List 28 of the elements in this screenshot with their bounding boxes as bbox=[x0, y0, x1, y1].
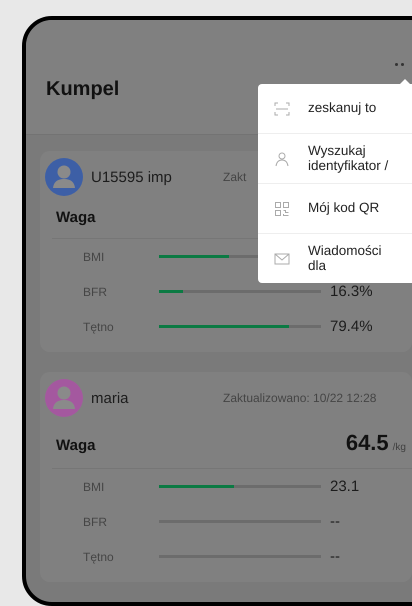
friend-name: maria bbox=[91, 390, 130, 406]
menu-item[interactable]: Mój kod QR bbox=[258, 184, 412, 234]
metric-label: BFR bbox=[83, 284, 108, 298]
weight-value: 64.5 bbox=[346, 430, 389, 456]
menu-item[interactable]: Wiadomości dla bbox=[258, 234, 412, 283]
weight-label: Waga bbox=[56, 209, 96, 226]
metric-value: 23.1 bbox=[330, 478, 360, 495]
metric-value: -- bbox=[330, 548, 340, 565]
mail-icon bbox=[274, 250, 290, 266]
qr-code-icon bbox=[274, 200, 290, 216]
weight-unit: /kg bbox=[392, 442, 406, 453]
scan-icon bbox=[274, 100, 290, 116]
person-icon bbox=[274, 150, 290, 166]
metric-label: Tętno bbox=[83, 550, 115, 564]
metric-label: BFR bbox=[83, 514, 108, 528]
friend-name: U15595 imp bbox=[91, 168, 173, 186]
metric-label: Tętno bbox=[83, 320, 115, 334]
menu-item[interactable]: zeskanuj to bbox=[258, 84, 412, 134]
menu-item[interactable]: Wyszukaj identyfikator / bbox=[258, 134, 412, 184]
updated-time: Zaktualizowano: 10/22 12:28 bbox=[223, 391, 376, 405]
weight-label: Waga bbox=[56, 437, 96, 454]
metric-value: 16.3% bbox=[330, 283, 373, 300]
metric-label: BMI bbox=[83, 250, 106, 264]
updated-time: Zakt bbox=[223, 170, 246, 184]
metric-label: BMI bbox=[83, 480, 106, 494]
metric-value: 79.4% bbox=[330, 318, 373, 335]
metric-value: -- bbox=[330, 513, 340, 530]
page-title: Kumpel bbox=[46, 78, 120, 101]
